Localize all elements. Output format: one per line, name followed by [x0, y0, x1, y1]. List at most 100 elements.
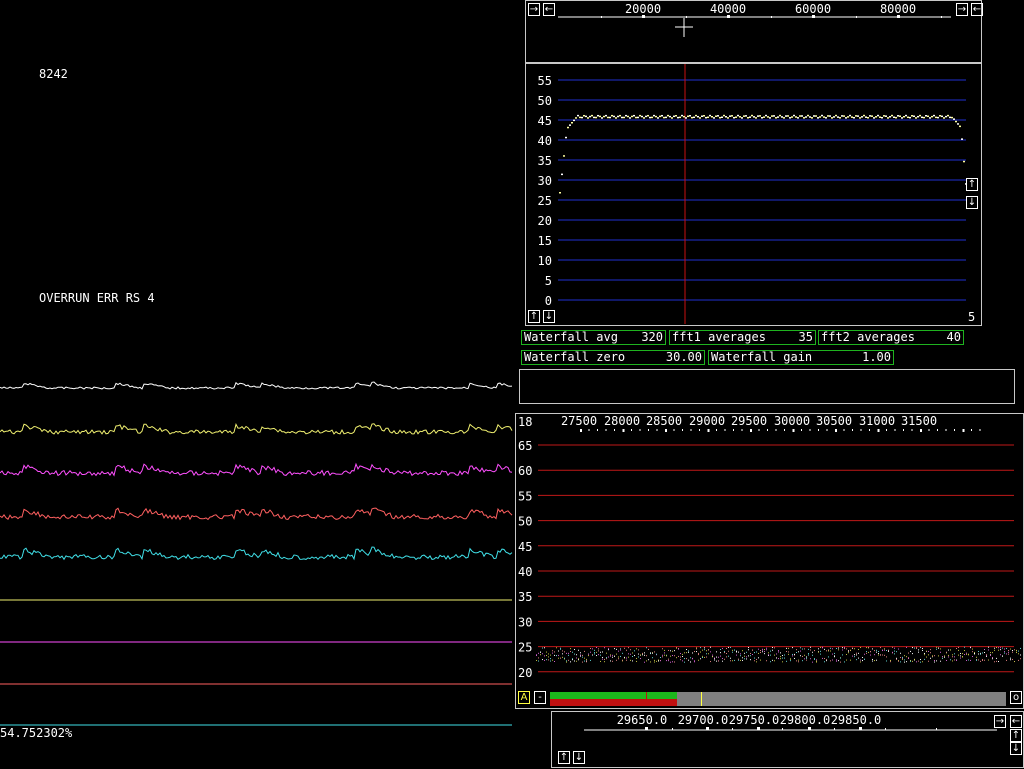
noise-point — [704, 647, 705, 649]
noise-point — [620, 649, 621, 651]
narrow-scale-panel[interactable]: 29650.0 29700.0 29750.0 29800.0 29850.0 → ← … — [551, 711, 1024, 768]
narrow-scroll-left-button[interactable]: ← — [1010, 715, 1022, 728]
noise-point — [608, 649, 609, 651]
narrow-up-button[interactable]: ↑ — [1010, 729, 1022, 742]
noise-point — [744, 658, 745, 660]
noise-point — [592, 648, 593, 650]
noise-point — [738, 658, 739, 660]
narrow-down-button[interactable]: ↓ — [1010, 742, 1022, 755]
signal-level-bar[interactable] — [550, 692, 1006, 706]
noise-point — [596, 647, 597, 649]
scale-down-button[interactable]: ↓ — [966, 196, 978, 209]
waterfall-gain-param[interactable]: Waterfall gain 1.00 — [708, 350, 894, 365]
fft2-averages-param[interactable]: fft2 averages 40 — [818, 330, 964, 345]
noise-point — [866, 652, 867, 654]
noise-point — [668, 649, 669, 651]
noise-point — [834, 655, 835, 657]
fft1-point — [755, 117, 757, 119]
noise-point — [780, 652, 781, 654]
noise-point — [594, 652, 595, 654]
noise-point — [684, 652, 685, 654]
noise-point — [944, 655, 945, 657]
noise-point — [814, 658, 815, 660]
noise-point — [1010, 648, 1011, 650]
narrow-level-down-button[interactable]: ↓ — [573, 751, 585, 764]
noise-point — [736, 650, 737, 652]
o-button[interactable]: o — [1010, 691, 1022, 704]
noise-point — [660, 656, 661, 658]
noise-point — [812, 651, 813, 653]
noise-point — [964, 646, 965, 648]
noise-point — [734, 659, 735, 661]
noise-point — [982, 652, 983, 654]
noise-point — [636, 660, 637, 662]
narrow-scroll-right-button[interactable]: → — [994, 715, 1006, 728]
noise-point — [668, 660, 669, 662]
noise-point — [900, 652, 901, 654]
fft1-point — [917, 115, 919, 118]
main-x-tick — [809, 429, 811, 431]
noise-point — [802, 655, 803, 657]
noise-point — [856, 659, 857, 661]
fft1-point — [847, 116, 849, 118]
noise-point — [954, 656, 955, 658]
fft1-averages-param[interactable]: fft1 averages 35 — [669, 330, 816, 345]
noise-point — [940, 648, 941, 650]
noise-point — [980, 653, 981, 655]
noise-point — [804, 648, 805, 650]
noise-point — [586, 661, 587, 663]
noise-point — [722, 647, 723, 649]
minus-button[interactable]: - — [534, 691, 546, 704]
noise-point — [758, 652, 759, 654]
noise-point — [966, 653, 967, 655]
noise-point — [640, 658, 641, 660]
noise-point — [874, 660, 875, 662]
noise-point — [826, 660, 827, 662]
level-down-button[interactable]: ↓ — [543, 310, 555, 323]
noise-point — [778, 650, 779, 652]
fft1-point — [809, 116, 811, 118]
noise-point — [928, 660, 929, 662]
main-x-tick — [979, 429, 981, 431]
main-x-tick — [750, 429, 752, 432]
noise-point — [580, 652, 581, 654]
noise-point — [804, 654, 805, 656]
main-spectrum-panel[interactable]: 65 60 55 50 45 40 35 30 25 20 27500 28000 28500 2900… — [515, 413, 1024, 709]
fft1-point — [583, 114, 585, 117]
fft1-point — [701, 115, 703, 118]
level-up-button[interactable]: ↑ — [528, 310, 540, 323]
noise-point — [634, 655, 635, 657]
noise-point — [782, 657, 783, 659]
noise-point — [658, 660, 659, 662]
noise-point — [552, 659, 553, 661]
main-x-tick — [886, 429, 887, 431]
main-x-tick — [741, 429, 743, 431]
noise-point — [906, 646, 907, 648]
main-x-tick — [937, 429, 938, 431]
fft2-averages-value: 40 — [946, 330, 961, 344]
scale-up-button[interactable]: ↑ — [966, 178, 978, 191]
narrow-level-up-button[interactable]: ↑ — [558, 751, 570, 764]
waterfall-zero-param[interactable]: Waterfall zero 30.00 — [521, 350, 705, 365]
fft1-point — [903, 115, 905, 118]
fft1-point — [839, 117, 841, 119]
noise-point — [880, 647, 881, 649]
fft1-point — [631, 115, 633, 118]
noise-point — [950, 659, 951, 661]
noise-point — [554, 660, 555, 662]
fft1-spectrum-panel[interactable]: 55 50 45 40 35 30 25 20 15 10 5 0 ↑ ↓ ↑ ↓ 5 — [525, 63, 982, 326]
fft1-point — [763, 116, 765, 118]
noise-point — [952, 656, 953, 658]
wideband-scale-panel[interactable]: → ← → ← 20000 40000 60000 80000 — [525, 0, 983, 63]
noise-point — [1014, 661, 1015, 663]
noise-point — [748, 655, 749, 657]
noise-point — [960, 652, 961, 654]
waterfall-avg-param[interactable]: Waterfall avg 320 — [521, 330, 666, 345]
noise-point — [642, 654, 643, 656]
noise-point — [1018, 653, 1019, 655]
a-button[interactable]: A — [518, 691, 530, 704]
noise-point — [582, 661, 583, 663]
noise-point — [922, 661, 923, 663]
noise-point — [550, 660, 551, 662]
fft1-point — [695, 114, 697, 117]
